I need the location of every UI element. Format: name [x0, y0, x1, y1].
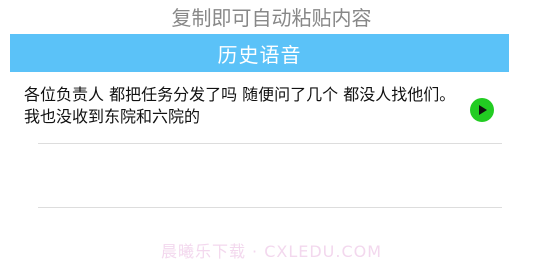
- watermark-text: 晨曦乐下载 · CXLEDU.COM: [160, 242, 383, 261]
- voice-history-screen: 复制即可自动粘贴内容 历史语音 各位负责人 都把任务分发了吗 随便问了几个 都没…: [0, 0, 543, 273]
- divider: [38, 143, 502, 144]
- history-list-item[interactable]: 各位负责人 都把任务分发了吗 随便问了几个 都没人找他们。 我也没收到东院和六院…: [24, 84, 504, 134]
- page-title: 历史语音: [217, 42, 302, 67]
- history-item-text[interactable]: 各位负责人 都把任务分发了吗 随便问了几个 都没人找他们。 我也没收到东院和六院…: [24, 84, 462, 128]
- play-icon: [479, 105, 487, 115]
- play-button[interactable]: [470, 98, 494, 122]
- top-hint-text: 复制即可自动粘贴内容: [171, 6, 372, 30]
- divider: [38, 207, 502, 208]
- header-bar: 历史语音: [10, 34, 509, 72]
